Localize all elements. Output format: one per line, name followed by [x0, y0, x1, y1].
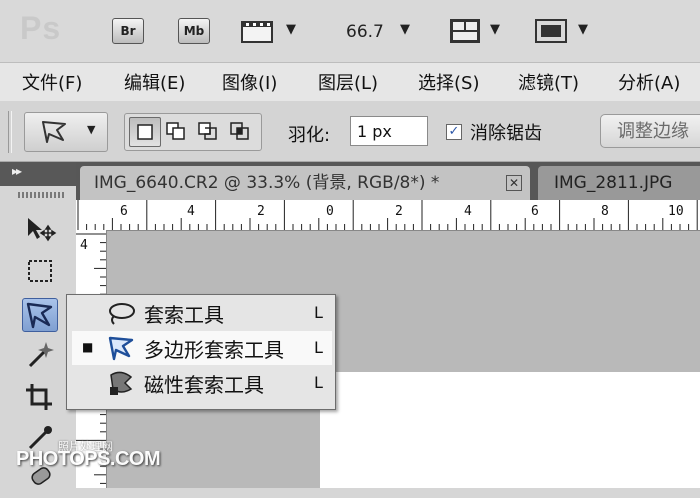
marquee-tool[interactable]	[22, 254, 58, 288]
ruler-label: 2	[257, 204, 265, 219]
antialias-checkbox[interactable]: ✓	[446, 124, 462, 140]
bridge-button[interactable]: Br	[112, 18, 144, 44]
magnetic-lasso-icon	[110, 371, 133, 395]
ruler-label: 4	[464, 204, 472, 219]
film-icon	[241, 21, 273, 43]
current-tool-marker: ■	[82, 340, 94, 354]
menu-image[interactable]: 图像(I)	[222, 69, 277, 95]
tab-img-6640[interactable]: IMG_6640.CR2 @ 33.3% (背景, RGB/8*) *	[80, 166, 530, 200]
flyout-item-magnetic-lasso[interactable]: 磁性套索工具 L	[72, 366, 332, 400]
polygonal-lasso-icon	[108, 336, 134, 361]
add-to-selection-button[interactable]	[161, 117, 191, 145]
menu-file[interactable]: 文件(F)	[22, 69, 82, 95]
zoom-level[interactable]: 66.7	[346, 22, 384, 42]
menu-edit[interactable]: 编辑(E)	[124, 69, 185, 95]
flyout-item-shortcut: L	[314, 373, 323, 392]
refine-edge-button[interactable]: 调整边缘	[600, 114, 700, 148]
arrange-documents-button[interactable]	[448, 17, 482, 45]
layout-grid-icon	[450, 19, 480, 43]
marquee-icon	[28, 260, 52, 282]
move-icon	[28, 218, 57, 242]
view-extras-button[interactable]	[240, 18, 276, 44]
photoshop-logo: Ps	[20, 10, 62, 46]
move-tool[interactable]	[22, 212, 58, 246]
new-selection-icon	[137, 124, 153, 140]
flyout-item-polygonal-lasso[interactable]: ■ 多边形套索工具 L	[72, 331, 332, 365]
chevron-down-icon: ▼	[87, 123, 96, 136]
ruler-label: 8	[601, 204, 609, 219]
menu-filter[interactable]: 滤镜(T)	[518, 69, 579, 95]
menu-analysis[interactable]: 分析(A)	[618, 69, 680, 95]
collapse-toolbox-icon[interactable]: ▸▸	[12, 164, 22, 178]
flyout-item-shortcut: L	[314, 303, 323, 322]
ruler-label: 6	[531, 204, 539, 219]
menu-bar: 文件(F) 编辑(E) 图像(I) 图层(L) 选择(S) 滤镜(T) 分析(A…	[0, 62, 700, 102]
menu-layer[interactable]: 图层(L)	[318, 69, 378, 95]
watermark-logo: PHOTOPS.COM	[16, 448, 161, 470]
add-to-selection-icon	[166, 122, 185, 140]
subtract-from-selection-button[interactable]	[193, 117, 223, 145]
selection-mode-group	[124, 113, 262, 151]
intersect-selection-icon	[230, 122, 249, 140]
ruler-label: 6	[120, 204, 128, 219]
intersect-selection-button[interactable]	[225, 117, 255, 145]
magic-wand-tool[interactable]	[22, 338, 58, 372]
close-icon[interactable]: ✕	[506, 175, 522, 191]
feather-label: 羽化:	[288, 125, 331, 146]
flyout-item-lasso[interactable]: 套索工具 L	[72, 296, 332, 330]
mini-bridge-button[interactable]: Mb	[178, 18, 210, 44]
tool-preset-picker[interactable]: ▼	[24, 112, 108, 152]
chevron-down-icon[interactable]: ▼	[578, 22, 588, 37]
menu-select[interactable]: 选择(S)	[418, 69, 479, 95]
chevron-down-icon[interactable]: ▼	[286, 22, 296, 37]
ruler-label: 2	[395, 204, 403, 219]
feather-input[interactable]: 1 px	[350, 116, 428, 146]
chevron-down-icon[interactable]: ▼	[490, 22, 500, 37]
flyout-item-shortcut: L	[314, 338, 323, 357]
ruler-label: 0	[326, 204, 334, 219]
lasso-icon	[109, 303, 135, 325]
screen-mode-icon	[535, 19, 567, 43]
crop-icon	[26, 384, 52, 410]
options-bar-grip[interactable]	[8, 111, 12, 153]
document-image[interactable]	[320, 372, 700, 488]
new-selection-button[interactable]	[129, 117, 161, 147]
ruler-label: 4	[80, 238, 88, 253]
ruler-label: 10	[668, 204, 684, 219]
flyout-item-label: 套索工具	[144, 303, 224, 327]
magic-wand-icon	[28, 342, 54, 368]
crop-tool[interactable]	[22, 380, 58, 414]
flyout-item-label: 磁性套索工具	[144, 373, 264, 397]
ruler-label: 4	[187, 204, 195, 219]
lasso-tool[interactable]	[22, 298, 58, 332]
subtract-from-selection-icon	[198, 122, 217, 140]
toolbox-grip[interactable]	[18, 192, 66, 198]
polygonal-lasso-icon	[42, 121, 66, 143]
chevron-down-icon[interactable]: ▼	[400, 22, 410, 37]
screen-mode-button[interactable]	[534, 17, 568, 45]
tab-img-2811[interactable]: IMG_2811.JPG	[538, 166, 700, 200]
antialias-label[interactable]: 消除锯齿	[470, 119, 542, 145]
flyout-item-label: 多边形套索工具	[144, 338, 284, 362]
polygonal-lasso-icon	[26, 302, 53, 329]
